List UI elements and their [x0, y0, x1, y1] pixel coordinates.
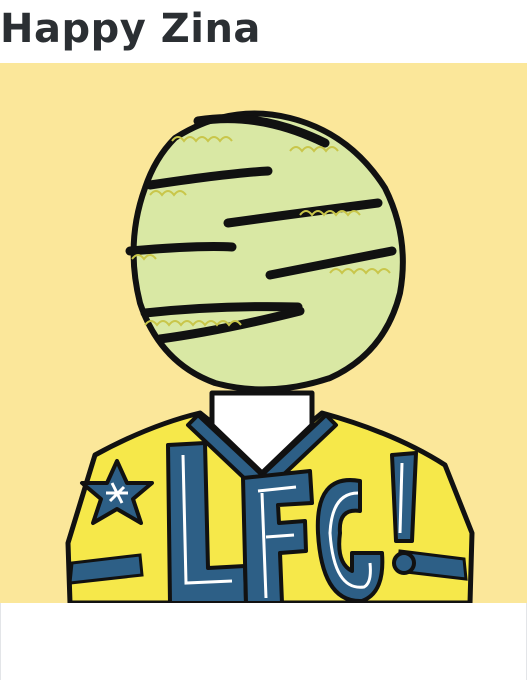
- mummy-head: [125, 110, 406, 393]
- item-title: Happy Zina: [0, 6, 261, 52]
- item-page: Happy Zina 1: [0, 0, 527, 680]
- nft-artwork[interactable]: [0, 63, 527, 603]
